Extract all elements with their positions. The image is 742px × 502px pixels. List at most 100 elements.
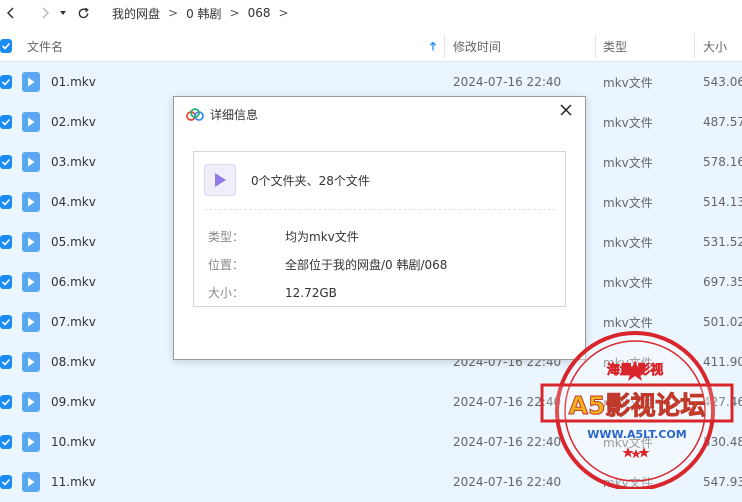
refresh-button[interactable] [72,2,94,24]
file-name[interactable]: 02.mkv [51,102,96,142]
header-name[interactable]: 文件名 [27,30,63,62]
video-file-icon [22,302,40,342]
breadcrumb-separator: > [168,6,179,20]
breadcrumb-item-root[interactable]: 我的网盘 [110,5,162,22]
row-checkbox[interactable] [0,142,12,182]
file-name[interactable]: 08.mkv [51,342,96,382]
divider [204,209,556,210]
file-name[interactable]: 07.mkv [51,302,96,342]
column-divider[interactable] [694,34,695,58]
checkbox-checked-icon [0,275,12,289]
file-type: mkv文件 [603,235,653,250]
selection-summary: 0个文件夹、28个文件 [251,174,370,188]
file-list-header: 文件名 修改时间 类型 大小 [0,30,742,62]
video-file-icon [22,142,40,182]
dialog-title: 详细信息 [210,108,259,122]
select-all-checkbox[interactable] [0,30,12,62]
video-file-icon [22,462,40,502]
file-type: mkv文件 [603,115,653,130]
video-file-icon [22,102,40,142]
checkbox-checked-icon [0,195,12,209]
checkbox-checked-icon [0,39,12,53]
video-file-icon [22,382,40,422]
checkbox-checked-icon [0,75,12,89]
video-file-icon [22,182,40,222]
breadcrumb-separator: > [229,6,240,20]
checkbox-checked-icon [0,435,12,449]
sort-arrow-up-icon[interactable] [429,30,437,62]
chevron-right-icon [42,7,50,19]
file-size: 697.35 [703,275,742,289]
breadcrumb: 我的网盘 > 0 韩剧 > 068 > [110,5,295,22]
close-button[interactable] [557,101,575,119]
chevron-left-icon [6,7,14,19]
row-checkbox[interactable] [0,302,12,342]
file-name[interactable]: 11.mkv [51,462,96,502]
file-size: 514.13 [703,195,742,209]
video-file-icon [22,342,40,382]
file-name[interactable]: 10.mkv [51,422,96,462]
forward-button[interactable] [34,2,56,24]
header-modified[interactable]: 修改时间 [453,30,501,62]
detail-value: 全部位于我的网盘/0 韩剧/068 [285,258,448,272]
checkbox-checked-icon [0,235,12,249]
column-divider[interactable] [595,34,596,58]
watermark-stamp: 海量 影视 A5影视论坛 WWW.A5LT.COM [540,331,734,489]
header-type[interactable]: 类型 [603,30,627,62]
file-size: 531.52 [703,235,742,249]
video-file-icon [22,222,40,262]
details-panel: 0个文件夹、28个文件 类型： 均为mkv文件 位置： 全部位于我的网盘/0 韩剧/… [193,151,566,307]
row-checkbox[interactable] [0,382,12,422]
file-type: mkv文件 [603,275,653,290]
history-dropdown-button[interactable] [56,2,70,24]
row-checkbox[interactable] [0,342,12,382]
details-dialog: 详细信息 0个文件夹、28个文件 类型： 均为mkv文件 位置： 全部位于我的网盘/… [173,96,586,360]
detail-label: 类型： [208,230,245,244]
close-icon [560,104,572,116]
back-button[interactable] [0,2,22,24]
detail-row-location: 位置： 全部位于我的网盘/0 韩剧/068 [208,256,447,273]
video-file-icon [204,164,236,196]
row-checkbox[interactable] [0,462,12,502]
breadcrumb-separator: > [278,6,289,20]
video-file-icon [22,422,40,462]
file-name[interactable]: 03.mkv [51,142,96,182]
row-checkbox[interactable] [0,222,12,262]
dialog-title-bar: 详细信息 [186,106,258,123]
file-size: 543.06 [703,75,742,89]
file-name[interactable]: 06.mkv [51,262,96,302]
row-checkbox[interactable] [0,182,12,222]
detail-row-type: 类型： 均为mkv文件 [208,228,359,245]
row-checkbox[interactable] [0,62,12,102]
stamp-main-text: A5影视论坛 [569,391,706,420]
video-file-icon [22,262,40,302]
detail-label: 大小： [208,286,245,300]
detail-row-size: 大小： 12.72GB [208,284,337,301]
file-name[interactable]: 05.mkv [51,222,96,262]
file-type: mkv文件 [603,155,653,170]
breadcrumb-item-current[interactable]: 068 [246,6,273,20]
file-type: mkv文件 [603,75,653,90]
breadcrumb-item-folder[interactable]: 0 韩剧 [184,5,223,22]
file-name[interactable]: 09.mkv [51,382,96,422]
row-checkbox[interactable] [0,102,12,142]
row-checkbox[interactable] [0,422,12,462]
checkbox-checked-icon [0,355,12,369]
detail-value: 12.72GB [285,286,337,300]
file-size: 487.57 [703,115,742,129]
checkbox-checked-icon [0,155,12,169]
checkbox-checked-icon [0,315,12,329]
caret-down-icon [60,11,66,15]
column-divider[interactable] [444,34,445,58]
header-size[interactable]: 大小 [703,30,727,62]
refresh-icon [78,7,89,18]
stamp-url: WWW.A5LT.COM [587,428,686,441]
row-checkbox[interactable] [0,262,12,302]
video-file-icon [22,62,40,102]
file-size: 578.16 [703,155,742,169]
baidu-cloud-logo-icon [186,107,204,121]
checkbox-checked-icon [0,395,12,409]
file-name[interactable]: 04.mkv [51,182,96,222]
detail-value: 均为mkv文件 [285,230,359,244]
file-name[interactable]: 01.mkv [51,62,96,102]
